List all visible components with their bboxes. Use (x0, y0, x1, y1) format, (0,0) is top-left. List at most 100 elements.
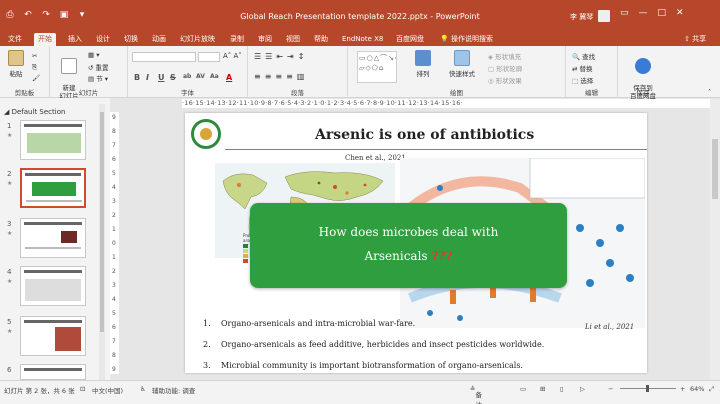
notes-button[interactable]: ≜ 备注 (470, 385, 482, 404)
normal-view-icon[interactable]: ▭ (520, 385, 526, 393)
slide-thumbnail-2[interactable] (20, 168, 86, 208)
ruler-tick: 2 (112, 268, 116, 275)
font-size-grow-shrink[interactable]: A˄ A˅ (223, 52, 242, 60)
text-shadow-button[interactable]: ab (183, 73, 191, 80)
select-button[interactable]: ⬚ 选择 (572, 75, 593, 85)
quick-styles-button[interactable]: 快速样式 (444, 50, 480, 78)
reset-button[interactable]: ↺ 重置 (88, 62, 109, 72)
tab-help[interactable]: 帮助 (310, 33, 332, 46)
spellcheck-icon[interactable]: ⊡ (80, 385, 85, 393)
slide-title[interactable]: Arsenic is one of antibiotics (315, 127, 534, 143)
ribbon-display-options-button[interactable]: ▭ (620, 8, 629, 18)
arrange-button[interactable]: 排列 (410, 50, 436, 78)
underline-button[interactable]: U (158, 73, 165, 82)
shape-outline-button[interactable]: ▢ 形状轮廓 (488, 63, 522, 73)
font-color-button[interactable]: A (226, 73, 232, 82)
char-spacing-button[interactable]: AV (196, 73, 205, 80)
group-label-paragraph: 段落 (291, 89, 304, 97)
ruler-tick: 3 (112, 282, 116, 289)
avatar[interactable] (598, 10, 610, 22)
slide-sorter-icon[interactable]: ⊞ (540, 385, 545, 393)
tab-file[interactable]: 文件 (4, 33, 26, 46)
thumb-star-icon: ★ (7, 132, 13, 139)
maximize-button[interactable]: □ (658, 8, 667, 18)
shape-outline-label: 形状轮廓 (496, 65, 523, 73)
font-name-combo[interactable] (132, 52, 196, 62)
replace-label: 替换 (579, 65, 593, 73)
tab-view[interactable]: 视图 (282, 33, 304, 46)
question-callout[interactable]: How does microbes deal with Arsenicals ?… (250, 203, 567, 288)
tab-home[interactable]: 开始 (34, 33, 56, 46)
group-clipboard: 粘贴 ✂ ⎘ 🖌 剪贴板 (0, 46, 50, 98)
paste-button[interactable]: 粘贴 (3, 50, 29, 78)
group-label-slides: 幻灯片 (78, 89, 99, 97)
list-buttons[interactable]: ☰☰⇤⇥↕ (254, 52, 308, 61)
shape-effects-button[interactable]: ◎ 形状效果 (488, 75, 522, 85)
copy-icon[interactable]: ⎘ (32, 63, 37, 72)
thumb-title (24, 320, 82, 323)
zoom-slider[interactable] (620, 385, 676, 392)
font-size-combo[interactable] (198, 52, 220, 62)
slide-thumbnail-6[interactable] (20, 364, 86, 380)
redo-icon[interactable]: ↷ (40, 10, 52, 20)
tab-transitions[interactable]: 切换 (120, 33, 142, 46)
cut-icon[interactable]: ✂ (32, 52, 37, 60)
scroll-thumb[interactable] (100, 112, 104, 332)
collapse-ribbon-icon[interactable]: ˄ (708, 88, 711, 96)
slideshow-icon[interactable]: ▷ (580, 385, 585, 393)
reset-label: 重置 (95, 64, 109, 72)
section-header[interactable]: ◢ Default Section (4, 108, 65, 116)
section-label: 节 ▾ (96, 75, 109, 83)
close-button[interactable]: ✕ (676, 8, 684, 18)
bullet-list[interactable]: 1. Organo-arsenicals and intra-microbial … (203, 313, 544, 373)
zoom-out-button[interactable]: − (608, 385, 613, 393)
bold-button[interactable]: B (134, 73, 140, 82)
editor-scrollbar[interactable] (710, 99, 720, 380)
tab-record[interactable]: 录制 (226, 33, 248, 46)
undo-icon[interactable]: ↶ (22, 10, 34, 20)
thumb-image (27, 133, 81, 153)
thumbnail-scrollbar[interactable] (99, 104, 105, 380)
tab-insert[interactable]: 插入 (64, 33, 86, 46)
slide-thumbnail-3[interactable] (20, 218, 86, 258)
user-name[interactable]: 李 冀琴 (570, 12, 593, 22)
minimize-button[interactable]: — (639, 8, 648, 18)
tab-slideshow[interactable]: 幻灯片放映 (176, 33, 219, 46)
tab-endnote[interactable]: EndNote X8 (338, 33, 387, 46)
shape-fill-button[interactable]: ◈ 形状填充 (488, 51, 521, 61)
zoom-level[interactable]: 64% (690, 385, 704, 393)
accessibility-icon[interactable]: ♿ (140, 385, 146, 393)
slide-thumbnail-4[interactable] (20, 266, 86, 306)
align-buttons[interactable]: ≡≡≡≡▥ (254, 72, 308, 81)
strikethrough-button[interactable]: S (170, 73, 176, 82)
replace-button[interactable]: ⇄ 替换 (572, 63, 593, 73)
start-from-beginning-icon[interactable]: ▣ (58, 10, 70, 20)
save-icon[interactable]: ⎙ (4, 10, 16, 20)
layout-button[interactable]: ▦ ▾ (88, 51, 99, 59)
scroll-thumb[interactable] (712, 139, 718, 199)
shapes-gallery[interactable]: ▭○△⌒↘⇨☆{}▱◇⬠⌂ (357, 51, 397, 83)
zoom-slider-thumb[interactable] (646, 385, 649, 392)
change-case-button[interactable]: Aa (210, 73, 219, 80)
share-button[interactable]: ⇧ 共享 (684, 33, 706, 46)
reading-view-icon[interactable]: ▯ (560, 385, 564, 393)
citation-1[interactable]: Chen et al., 2021 (345, 154, 406, 162)
tab-animations[interactable]: 动画 (148, 33, 170, 46)
section-button[interactable]: ▤ 节 ▾ (88, 73, 108, 83)
accessibility-status[interactable]: 辅助功能: 调查 (152, 385, 195, 395)
citation-2[interactable]: Li et al., 2021 (585, 323, 634, 331)
group-label-save: 保存 (636, 89, 650, 97)
customize-qat-icon[interactable]: ▾ (76, 10, 88, 20)
format-painter-icon[interactable]: 🖌 (32, 74, 40, 82)
italic-button[interactable]: I (146, 73, 149, 82)
tab-review[interactable]: 审阅 (254, 33, 276, 46)
slide-thumbnail-5[interactable] (20, 316, 86, 356)
fit-to-window-icon[interactable]: ⤢ (709, 385, 714, 394)
slide-thumbnail-1[interactable] (20, 120, 86, 160)
tab-baidu[interactable]: 百度网盘 (392, 33, 428, 46)
zoom-in-button[interactable]: + (680, 385, 685, 393)
language-indicator[interactable]: 中文(中国) (92, 385, 123, 395)
tab-design[interactable]: 设计 (92, 33, 114, 46)
find-button[interactable]: 🔍 查找 (572, 51, 595, 61)
tell-me-search[interactable]: 💡 操作说明搜索 (440, 33, 493, 46)
